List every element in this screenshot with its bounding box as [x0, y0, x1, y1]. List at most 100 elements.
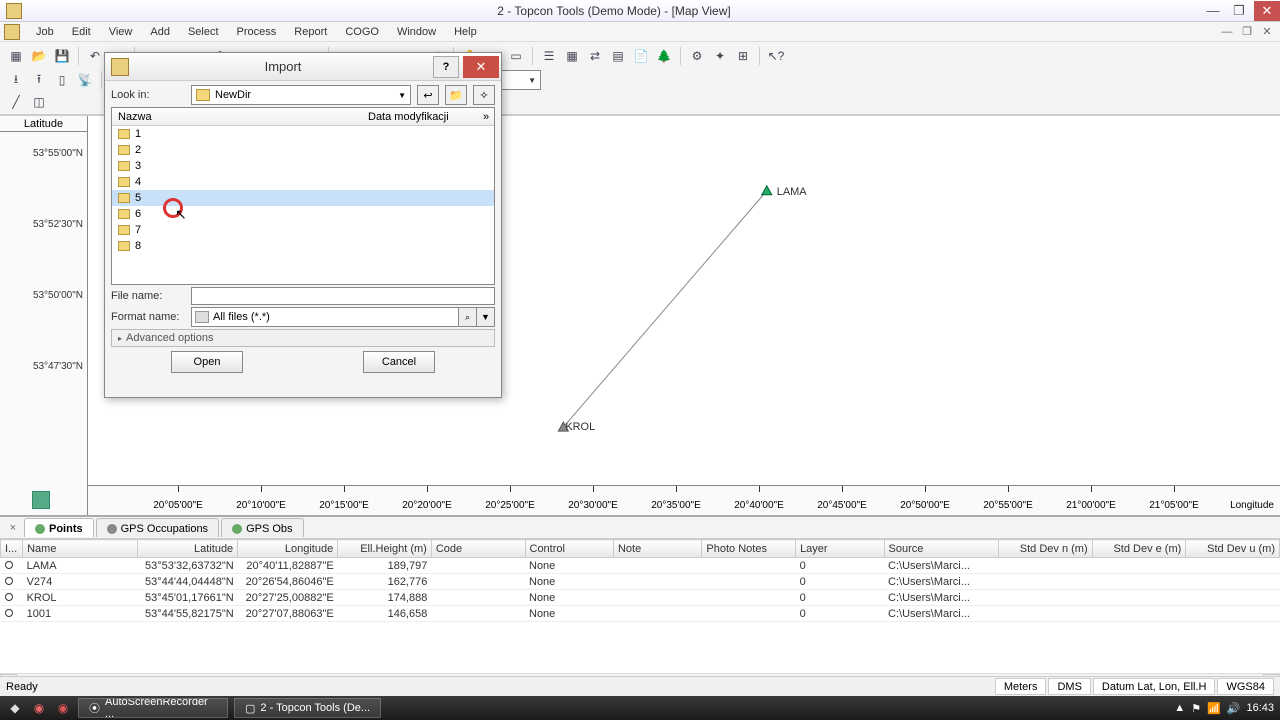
- folder-item[interactable]: 5: [112, 190, 494, 206]
- folder-item[interactable]: 7: [112, 222, 494, 238]
- col-photo[interactable]: Photo Notes: [702, 540, 796, 558]
- tab-points[interactable]: Points: [24, 518, 94, 537]
- col-icon[interactable]: I...: [1, 540, 23, 558]
- menu-report[interactable]: Report: [286, 24, 335, 40]
- folder-item[interactable]: 3: [112, 158, 494, 174]
- system-tray[interactable]: ▲ ⚑ 📶 🔊 16:43: [1174, 702, 1274, 715]
- dialog-help-button[interactable]: ?: [433, 56, 459, 78]
- child-close-button[interactable]: ✕: [1258, 24, 1276, 40]
- chrome-icon[interactable]: ◉: [30, 699, 48, 717]
- table-row[interactable]: 100153°44'55,82175"N20°27'07,88063"E146,…: [1, 606, 1280, 622]
- points-table[interactable]: I... Name Latitude Longitude Ell.Height …: [0, 539, 1280, 673]
- tray-up-icon[interactable]: ▲: [1174, 702, 1185, 714]
- folder-item[interactable]: 8: [112, 238, 494, 254]
- folder-item[interactable]: 1: [112, 126, 494, 142]
- col-source[interactable]: Source: [884, 540, 998, 558]
- status-units[interactable]: Meters: [995, 678, 1047, 695]
- tool-draw-poly-icon[interactable]: ◫: [29, 92, 49, 112]
- menu-view[interactable]: View: [101, 24, 141, 40]
- tool-gps-icon[interactable]: 📡: [75, 70, 95, 90]
- task-autoscreen[interactable]: ⦿AutoScreenRecorder ...: [78, 698, 228, 718]
- tool-process-icon[interactable]: ⚙: [687, 46, 707, 66]
- task-topcon[interactable]: ▢2 - Topcon Tools (De...: [234, 698, 381, 718]
- cancel-button[interactable]: Cancel: [363, 351, 435, 373]
- tool-filter-icon[interactable]: ▦: [562, 46, 582, 66]
- status-angle[interactable]: DMS: [1048, 678, 1090, 695]
- tool-open-icon[interactable]: 📂: [29, 46, 49, 66]
- start-icon[interactable]: ◆: [6, 699, 24, 717]
- col-height[interactable]: Ell.Height (m): [338, 540, 432, 558]
- tool-adjust-icon[interactable]: ✦: [710, 46, 730, 66]
- tool-import-icon[interactable]: ⭳: [6, 70, 26, 90]
- overview-icon[interactable]: [32, 491, 50, 509]
- tool-help-icon[interactable]: ↖?: [766, 46, 786, 66]
- col-longitude[interactable]: Longitude: [238, 540, 338, 558]
- dialog-close-button[interactable]: ✕: [463, 56, 499, 78]
- tray-clock[interactable]: 16:43: [1246, 702, 1274, 714]
- dialog-titlebar[interactable]: Import ? ✕: [105, 53, 501, 81]
- tray-signal-icon[interactable]: 📶: [1207, 702, 1221, 715]
- status-system[interactable]: WGS84: [1217, 678, 1274, 695]
- open-button[interactable]: Open: [171, 351, 243, 373]
- tool-link-icon[interactable]: ⇄: [585, 46, 605, 66]
- menu-process[interactable]: Process: [229, 24, 285, 40]
- col-note[interactable]: Note: [613, 540, 701, 558]
- filelist-col-name[interactable]: Nazwa: [112, 111, 368, 123]
- col-control[interactable]: Control: [525, 540, 613, 558]
- menu-help[interactable]: Help: [446, 24, 485, 40]
- tool-draw-line-icon[interactable]: ╱: [6, 92, 26, 112]
- tool-new-icon[interactable]: ▦: [6, 46, 26, 66]
- table-row[interactable]: LAMA53°53'32,63732"N20°40'11,82887"E189,…: [1, 558, 1280, 574]
- tabs-close-icon[interactable]: ×: [6, 522, 20, 534]
- menu-select[interactable]: Select: [180, 24, 227, 40]
- tool-props-icon[interactable]: ☰: [539, 46, 559, 66]
- tool-device-icon[interactable]: ▯: [52, 70, 72, 90]
- format-dd-icon[interactable]: ▼: [476, 308, 494, 326]
- menu-add[interactable]: Add: [142, 24, 178, 40]
- tab-gps-obs[interactable]: GPS Obs: [221, 518, 303, 537]
- maximize-button[interactable]: ❐: [1226, 1, 1252, 21]
- tool-sel-icon[interactable]: ▭: [506, 46, 526, 66]
- advanced-toggle[interactable]: ▸Advanced options: [111, 329, 495, 347]
- table-row[interactable]: KROL53°45'01,17661"N20°27'25,00882"E174,…: [1, 590, 1280, 606]
- col-name[interactable]: Name: [23, 540, 137, 558]
- menu-window[interactable]: Window: [389, 24, 444, 40]
- child-minimize-button[interactable]: —: [1218, 24, 1236, 40]
- status-datum[interactable]: Datum Lat, Lon, Ell.H: [1093, 678, 1216, 695]
- col-latitude[interactable]: Latitude: [137, 540, 238, 558]
- tool-undo-icon[interactable]: ↶: [85, 46, 105, 66]
- menu-cogo[interactable]: COGO: [337, 24, 387, 40]
- file-list[interactable]: Nazwa Data modyfikacji » 12345678: [111, 107, 495, 285]
- filelist-col-date[interactable]: Data modyfikacji: [368, 111, 478, 123]
- format-combo[interactable]: All files (*.*) ⌕▼: [191, 307, 495, 327]
- tool-tree-icon[interactable]: 🌲: [654, 46, 674, 66]
- tray-sound-icon[interactable]: 🔊: [1227, 702, 1241, 715]
- menu-job[interactable]: Job: [28, 24, 62, 40]
- col-layer[interactable]: Layer: [796, 540, 884, 558]
- tool-report-icon[interactable]: 📄: [631, 46, 651, 66]
- tool-table-icon[interactable]: ▤: [608, 46, 628, 66]
- col-code[interactable]: Code: [431, 540, 525, 558]
- tool-save-icon[interactable]: 💾: [52, 46, 72, 66]
- lookin-combo[interactable]: NewDir ▼: [191, 85, 411, 105]
- nav-up-button[interactable]: 📁: [445, 85, 467, 105]
- col-stdu[interactable]: Std Dev u (m): [1186, 540, 1280, 558]
- nav-back-button[interactable]: ↩: [417, 85, 439, 105]
- folder-item[interactable]: 6: [112, 206, 494, 222]
- tool-export-icon[interactable]: ⭱: [29, 70, 49, 90]
- folder-item[interactable]: 2: [112, 142, 494, 158]
- tool-local-icon[interactable]: ⊞: [733, 46, 753, 66]
- col-stdn[interactable]: Std Dev n (m): [998, 540, 1092, 558]
- filename-input[interactable]: [191, 287, 495, 305]
- table-row[interactable]: V27453°44'44,04448"N20°26'54,86046"E162,…: [1, 574, 1280, 590]
- minimize-button[interactable]: —: [1200, 1, 1226, 21]
- tab-gps-occupations[interactable]: GPS Occupations: [96, 518, 219, 537]
- col-stde[interactable]: Std Dev e (m): [1092, 540, 1186, 558]
- close-button[interactable]: ✕: [1254, 1, 1280, 21]
- menu-edit[interactable]: Edit: [64, 24, 99, 40]
- format-browse-icon[interactable]: ⌕: [458, 308, 476, 326]
- app-icon[interactable]: ◉: [54, 699, 72, 717]
- tray-flag-icon[interactable]: ⚑: [1191, 702, 1201, 715]
- filelist-more-icon[interactable]: »: [478, 111, 494, 123]
- folder-item[interactable]: 4: [112, 174, 494, 190]
